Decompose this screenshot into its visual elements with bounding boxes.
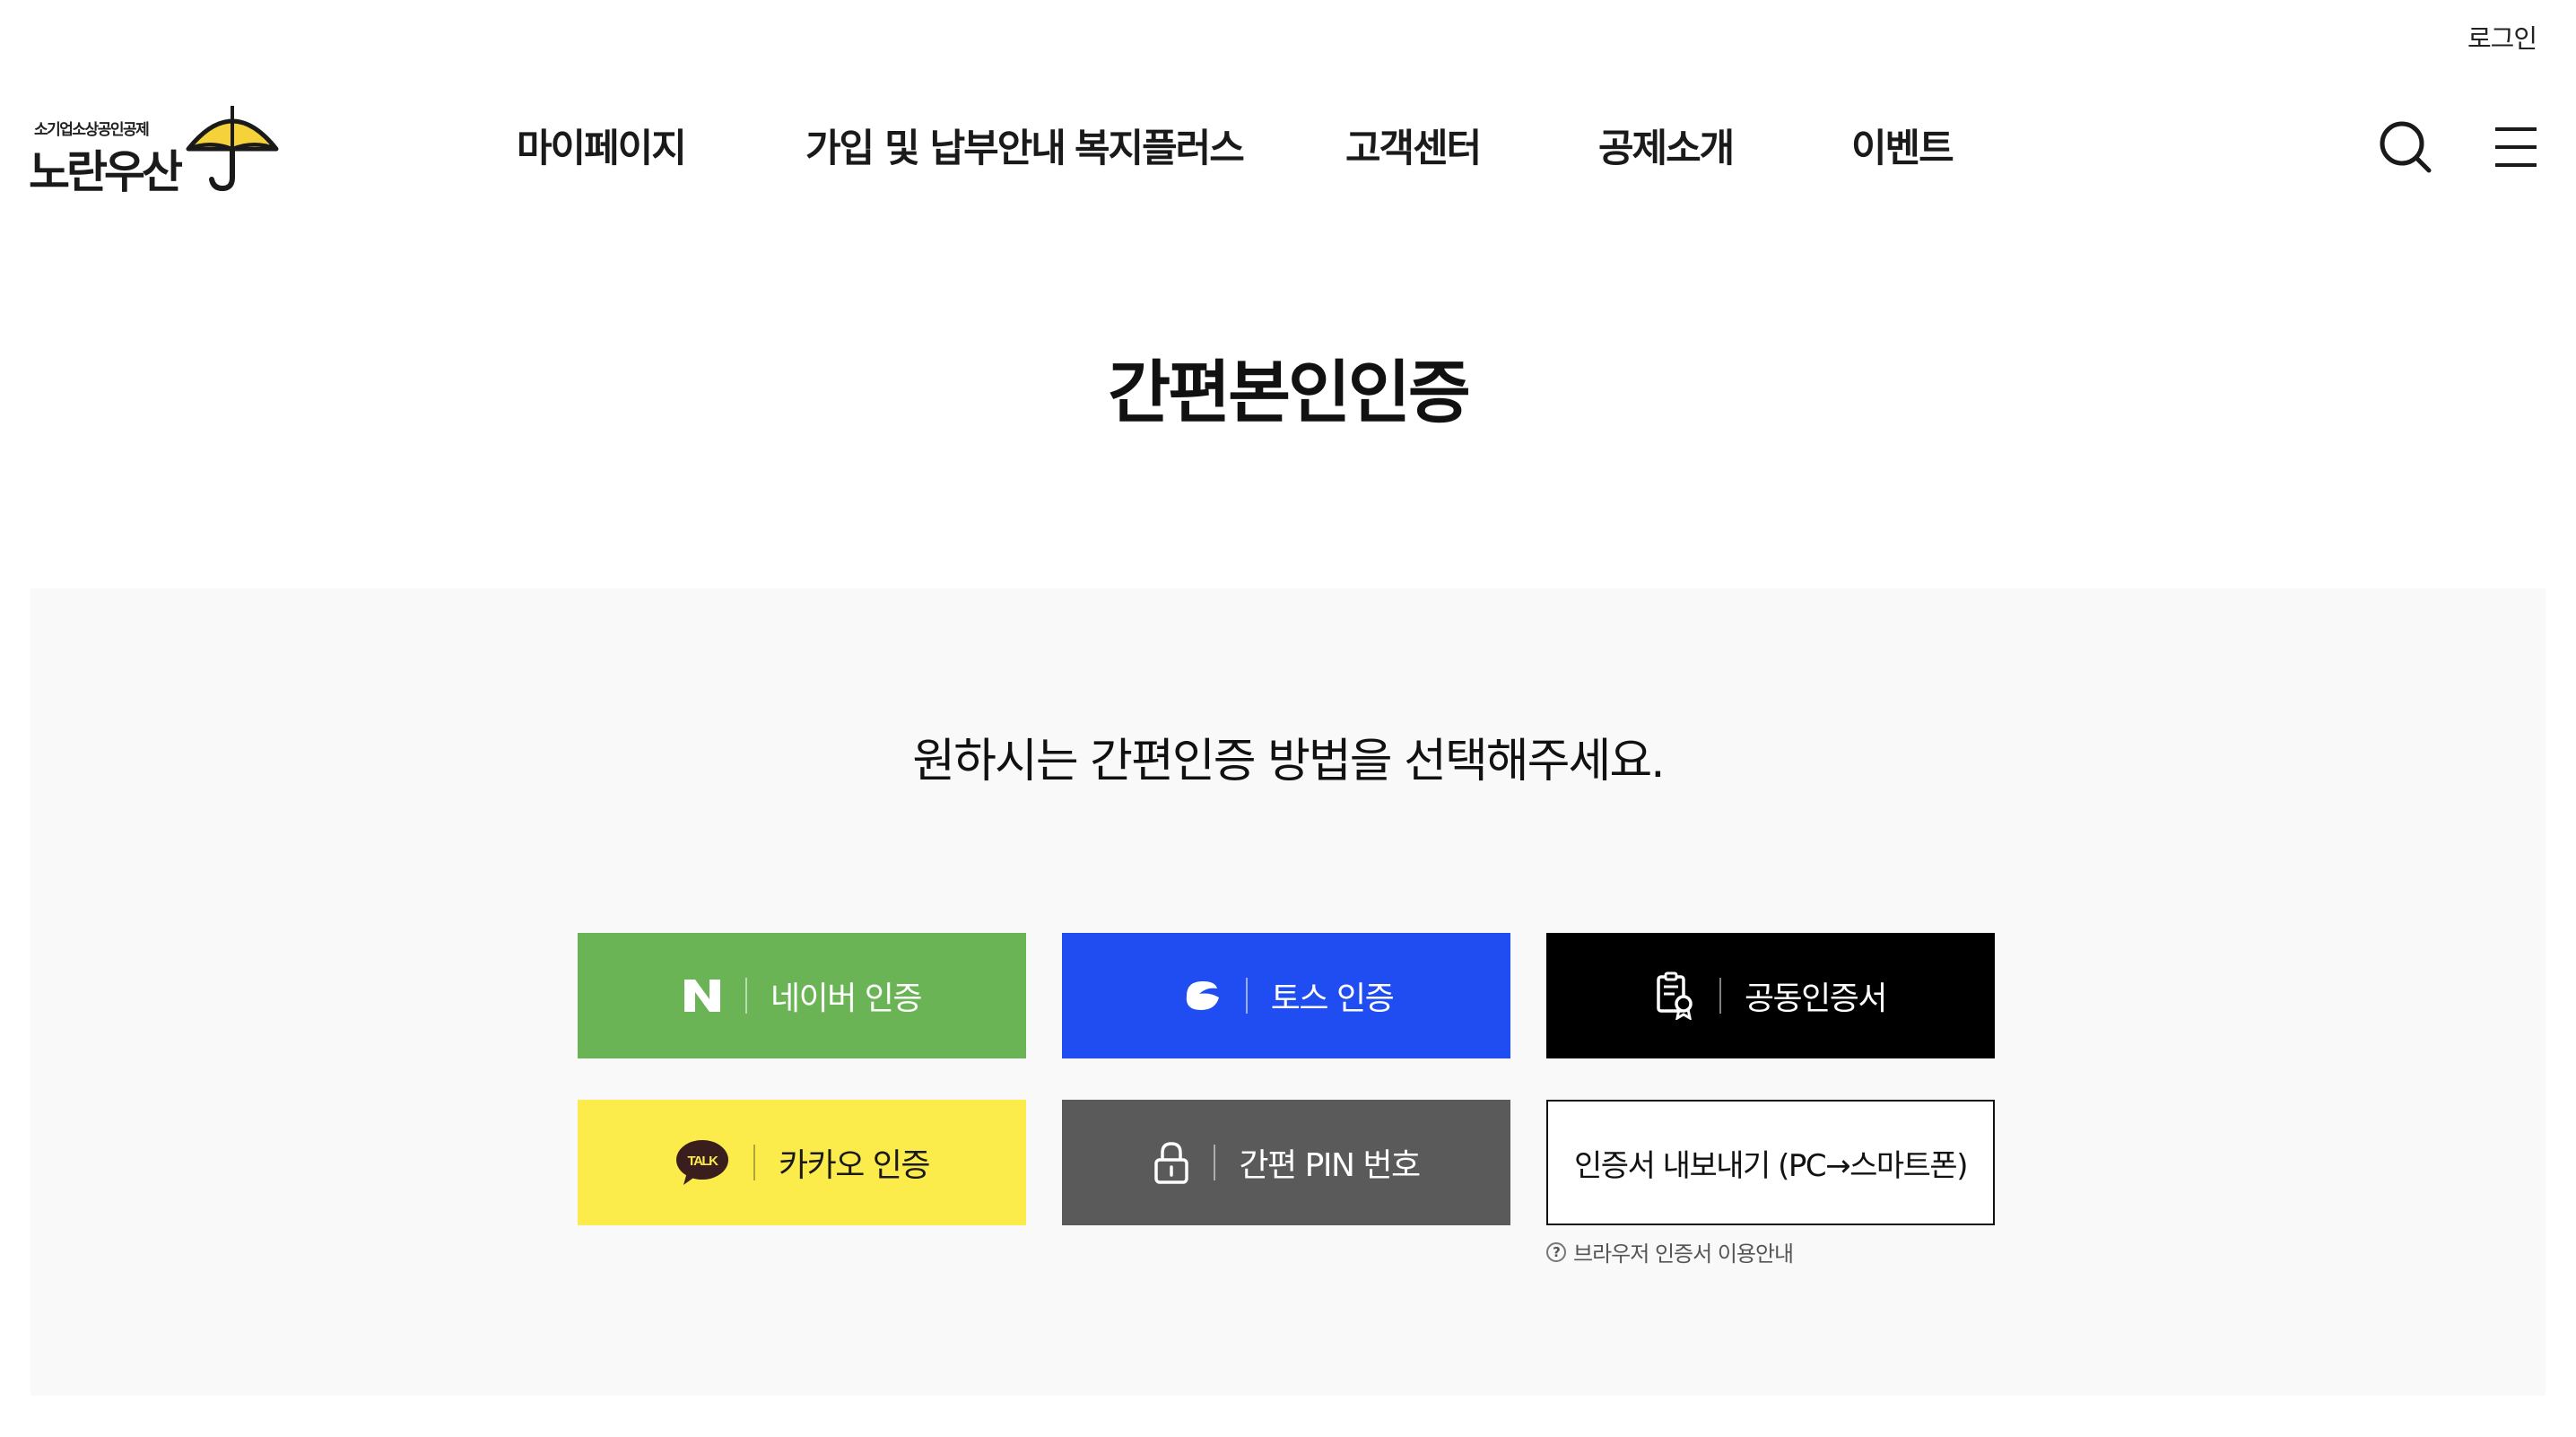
lock-icon bbox=[1153, 1140, 1190, 1185]
toss-auth-label: 토스 인증 bbox=[1270, 980, 1395, 1017]
hamburger-menu-icon bbox=[2495, 127, 2537, 167]
nav-event[interactable]: 이벤트 bbox=[1851, 122, 2031, 176]
kakao-auth-button[interactable]: TALK 카카오 인증 bbox=[578, 1100, 1026, 1225]
export-certificate-button[interactable]: 인증서 내보내기 (PC→스마트폰) bbox=[1546, 1100, 1995, 1225]
search-icon bbox=[2380, 121, 2432, 173]
nav-customer-center[interactable]: 고객센터 bbox=[1345, 122, 1598, 176]
kakao-auth-label: 카카오 인증 bbox=[778, 1147, 931, 1184]
logo-title: 노란우산 bbox=[29, 146, 183, 198]
page-title: 간편본인인증 bbox=[1108, 353, 1471, 432]
browser-certificate-guide-label: 브라우저 인증서 이용안내 bbox=[1573, 1241, 1794, 1267]
simple-pin-button[interactable]: 간편 PIN 번호 bbox=[1062, 1100, 1510, 1225]
joint-certificate-label: 공동인증서 bbox=[1744, 980, 1888, 1017]
naver-n-icon bbox=[683, 978, 722, 1014]
toss-auth-button[interactable]: 토스 인증 bbox=[1062, 933, 1510, 1058]
nav-join-payment[interactable]: 가입 및 납부안내 bbox=[805, 122, 1075, 176]
naver-auth-label: 네이버 인증 bbox=[770, 980, 923, 1017]
question-circle-icon: ? bbox=[1546, 1241, 1566, 1262]
export-certificate-label: 인증서 내보내기 (PC→스마트폰) bbox=[1574, 1147, 1968, 1184]
button-divider bbox=[744, 978, 747, 1014]
button-divider bbox=[1719, 978, 1721, 1014]
login-link[interactable]: 로그인 bbox=[2467, 18, 2537, 56]
main-navigation: 마이페이지 가입 및 납부안내 복지플러스 고객센터 공제소개 이벤트 bbox=[517, 122, 2031, 176]
certificate-icon bbox=[1655, 971, 1696, 1020]
button-divider bbox=[753, 1145, 755, 1180]
logo[interactable]: 소기업소상공인공제 노란우산 bbox=[29, 100, 279, 198]
kakao-talk-icon: TALK bbox=[674, 1138, 730, 1187]
umbrella-icon bbox=[186, 106, 279, 192]
naver-auth-button[interactable]: 네이버 인증 bbox=[578, 933, 1026, 1058]
browser-certificate-guide-link[interactable]: ? 브라우저 인증서 이용안내 bbox=[1546, 1236, 1794, 1267]
menu-button[interactable] bbox=[2493, 124, 2538, 170]
instruction-text: 원하시는 간편인증 방법을 선택해주세요. bbox=[912, 735, 1665, 788]
joint-certificate-button[interactable]: 공동인증서 bbox=[1546, 933, 1995, 1058]
button-divider bbox=[1245, 978, 1248, 1014]
search-button[interactable] bbox=[2377, 118, 2434, 176]
nav-mypage[interactable]: 마이페이지 bbox=[517, 122, 805, 176]
nav-welfare-plus[interactable]: 복지플러스 bbox=[1075, 122, 1345, 176]
svg-text:TALK: TALK bbox=[688, 1154, 719, 1169]
auth-method-panel: 원하시는 간편인증 방법을 선택해주세요. 네이버 인증 토스 인증 공동인증서… bbox=[30, 588, 2546, 1396]
nav-about[interactable]: 공제소개 bbox=[1598, 122, 1851, 176]
toss-icon bbox=[1179, 978, 1223, 1014]
button-divider bbox=[1214, 1145, 1216, 1180]
simple-pin-label: 간편 PIN 번호 bbox=[1239, 1147, 1421, 1184]
